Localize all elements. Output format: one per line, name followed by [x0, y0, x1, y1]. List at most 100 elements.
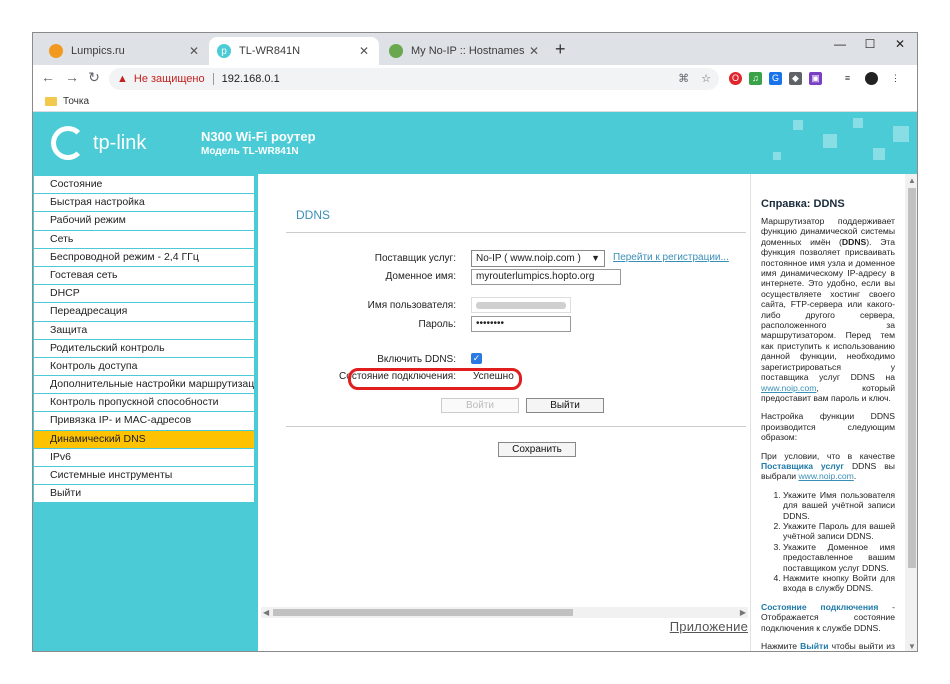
- maximize-icon[interactable]: ☐: [855, 37, 885, 51]
- menu-item-quick-setup[interactable]: Быстрая настройка: [34, 194, 254, 212]
- menu-item-dhcp[interactable]: DHCP: [34, 285, 254, 303]
- bookmarks-bar: Точка: [33, 92, 917, 112]
- banner-deco: [823, 134, 837, 148]
- scroll-up-icon[interactable]: ▲: [908, 176, 916, 185]
- forward-arrow-icon[interactable]: →: [63, 69, 81, 85]
- horizontal-scrollbar[interactable]: ◀ ▶: [261, 607, 748, 618]
- menu-item-security[interactable]: Защита: [34, 321, 254, 339]
- translate-extension-icon[interactable]: G: [769, 72, 782, 85]
- sidebar-menu: Состояние Быстрая настройка Рабочий режи…: [33, 174, 258, 651]
- close-tab-icon[interactable]: ✕: [357, 44, 371, 58]
- close-window-icon[interactable]: ✕: [885, 37, 915, 51]
- menu-item-ipv6[interactable]: IPv6: [34, 448, 254, 466]
- profile-avatar[interactable]: [865, 72, 878, 85]
- insecure-label[interactable]: Не защищено: [134, 73, 205, 85]
- chevron-down-icon: ▼: [591, 253, 600, 263]
- translate-icon[interactable]: ⌘: [678, 72, 689, 85]
- help-step: Укажите Доменное имя предоставленное ваш…: [783, 542, 895, 573]
- scrollbar-thumb[interactable]: [273, 609, 573, 616]
- enable-ddns-label: Включить DDNS:: [377, 354, 456, 365]
- domain-input[interactable]: myrouterlumpics.hopto.org: [471, 269, 621, 285]
- opera-extension-icon[interactable]: O: [729, 72, 742, 85]
- tab-strip: Lumpics.ru ✕ p TL-WR841N ✕ My No-IP :: H…: [33, 33, 917, 65]
- save-button[interactable]: Сохранить: [498, 442, 576, 457]
- router-title: N300 Wi-Fi роутер: [201, 129, 316, 144]
- help-step: Укажите Имя пользователя для вашей учётн…: [783, 490, 895, 521]
- page-vertical-scrollbar[interactable]: ▲ ▼: [905, 174, 917, 651]
- music-extension-icon[interactable]: ♫: [749, 72, 762, 85]
- help-title: Справка: DDNS: [761, 198, 845, 210]
- help-status: Состояние подключения - Отображается сос…: [761, 601, 895, 633]
- noip-link[interactable]: www.noip.com: [798, 471, 853, 481]
- menu-item-access-control[interactable]: Контроль доступа: [34, 357, 254, 376]
- url-text[interactable]: 192.168.0.1: [222, 73, 280, 85]
- address-bar[interactable]: ▲ Не защищено 192.168.0.1 ⌘ ☆: [109, 68, 719, 90]
- omnibox-divider: [212, 73, 214, 85]
- help-panel: Справка: DDNS Маршрутизатор поддерживает…: [750, 174, 905, 652]
- menu-item-operation-mode[interactable]: Рабочий режим: [34, 212, 254, 230]
- purple-extension-icon[interactable]: ▣: [809, 72, 822, 85]
- close-tab-icon[interactable]: ✕: [187, 44, 201, 58]
- menu-item-network[interactable]: Сеть: [34, 230, 254, 248]
- provider-select[interactable]: No-IP ( www.noip.com ) ▼: [471, 250, 605, 267]
- noip-favicon-icon: [389, 44, 403, 58]
- help-step: Нажмите кнопку Войти для входа в службу …: [783, 573, 895, 594]
- banner-deco: [873, 148, 885, 160]
- tab-title: Lumpics.ru: [71, 45, 125, 57]
- kebab-menu-icon[interactable]: ⋮: [889, 72, 902, 85]
- username-input[interactable]: [471, 297, 571, 313]
- minimize-icon[interactable]: —: [825, 37, 855, 51]
- menu-item-ip-mac-binding[interactable]: Привязка IP- и MAC-адресов: [34, 412, 254, 430]
- noip-link[interactable]: www.noip.com: [761, 383, 816, 393]
- browser-window: Lumpics.ru ✕ p TL-WR841N ✕ My No-IP :: H…: [32, 32, 918, 652]
- menu-item-dynamic-dns[interactable]: Динамический DNS: [34, 430, 254, 448]
- menu-item-status[interactable]: Состояние: [34, 176, 254, 194]
- menu-item-system-tools[interactable]: Системные инструменты: [34, 467, 254, 485]
- login-button[interactable]: Войти: [441, 398, 519, 413]
- application-link[interactable]: Приложение: [670, 619, 748, 634]
- browser-toolbar: ← → ↻ ▲ Не защищено 192.168.0.1 ⌘ ☆ O ♫ …: [33, 65, 917, 92]
- tplink-favicon-icon: p: [217, 44, 231, 58]
- menu-item-forwarding[interactable]: Переадресация: [34, 303, 254, 321]
- help-setup: Настройка функции DDNS производится след…: [761, 411, 895, 443]
- help-steps: Укажите Имя пользователя для вашей учётн…: [761, 490, 895, 594]
- reload-icon[interactable]: ↻: [85, 69, 103, 86]
- banner-deco: [893, 126, 909, 142]
- router-model: Модель TL-WR841N: [201, 146, 299, 157]
- password-input[interactable]: ••••••••: [471, 316, 571, 332]
- brand-logo-text: tp-link: [93, 132, 147, 154]
- scrollbar-thumb[interactable]: [908, 188, 916, 568]
- reading-list-icon[interactable]: ≡: [841, 72, 854, 85]
- warning-triangle-icon[interactable]: ▲: [117, 73, 128, 85]
- scroll-down-icon[interactable]: ▼: [908, 642, 916, 651]
- divider: [286, 426, 746, 427]
- bookmark-point[interactable]: Точка: [63, 96, 89, 107]
- tab-noip[interactable]: My No-IP :: Hostnames ✕: [381, 37, 549, 65]
- menu-item-advanced-routing[interactable]: Дополнительные настройки маршрутизации: [34, 376, 254, 394]
- new-tab-button[interactable]: +: [555, 40, 566, 58]
- blurred-username: [476, 302, 566, 309]
- help-logout: Нажмите Выйти чтобы выйти из службы DDNS…: [761, 641, 895, 652]
- help-intro: Маршрутизатор поддерживает функцию динам…: [761, 216, 895, 403]
- tab-tl-wr841n[interactable]: p TL-WR841N ✕: [209, 37, 379, 65]
- close-tab-icon[interactable]: ✕: [527, 44, 541, 58]
- provider-value: No-IP ( www.noip.com ): [476, 253, 581, 264]
- scroll-right-icon[interactable]: ▶: [740, 607, 746, 618]
- cube-extension-icon[interactable]: ◆: [789, 72, 802, 85]
- scroll-left-icon[interactable]: ◀: [263, 607, 269, 618]
- header-banner: tp-link N300 Wi-Fi роутер Модель TL-WR84…: [33, 112, 917, 174]
- menu-item-parental-control[interactable]: Родительский контроль: [34, 339, 254, 357]
- enable-ddns-checkbox[interactable]: ✓: [471, 353, 482, 364]
- register-link[interactable]: Перейти к регистрации...: [613, 252, 729, 263]
- menu-item-bandwidth-control[interactable]: Контроль пропускной способности: [34, 394, 254, 412]
- logout-button[interactable]: Выйти: [526, 398, 604, 413]
- router-page: tp-link N300 Wi-Fi роутер Модель TL-WR84…: [33, 112, 917, 652]
- back-arrow-icon[interactable]: ←: [39, 69, 57, 85]
- star-bookmark-icon[interactable]: ☆: [701, 72, 711, 85]
- menu-item-wireless[interactable]: Беспроводной режим - 2,4 ГГц: [34, 248, 254, 266]
- tab-lumpics[interactable]: Lumpics.ru ✕: [41, 37, 209, 65]
- tab-title: TL-WR841N: [239, 45, 301, 57]
- menu-item-guest-network[interactable]: Гостевая сеть: [34, 266, 254, 285]
- lumpics-favicon-icon: [49, 44, 63, 58]
- menu-item-logout[interactable]: Выйти: [34, 485, 254, 503]
